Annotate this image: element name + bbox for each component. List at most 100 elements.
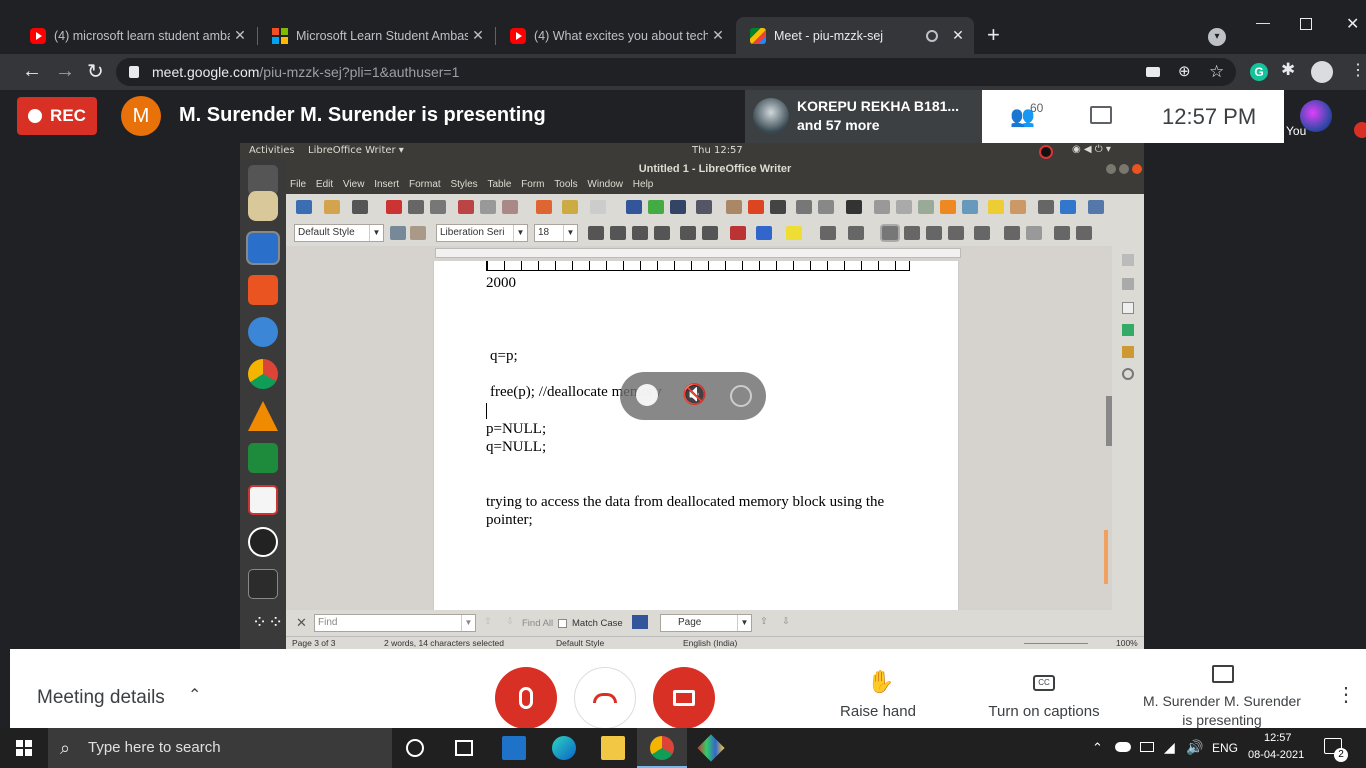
menu-view[interactable]: View <box>343 179 365 190</box>
dock-chrome-icon[interactable] <box>248 359 278 389</box>
zoom-icon[interactable]: ⊕ <box>1178 58 1191 86</box>
menu-table[interactable]: Table <box>487 179 511 190</box>
underline-icon[interactable] <box>632 226 648 240</box>
dock-calc-icon[interactable] <box>248 443 278 473</box>
dock-rhythmbox-icon[interactable] <box>248 191 278 221</box>
chrome-taskbar-button[interactable] <box>637 728 687 768</box>
dock-terminal-icon[interactable] <box>248 569 278 599</box>
store-icon[interactable] <box>502 736 526 760</box>
file-explorer-icon[interactable] <box>601 736 625 760</box>
horizontal-ruler[interactable] <box>435 248 961 258</box>
print-icon[interactable] <box>408 200 424 214</box>
reload-icon[interactable]: ↻ <box>87 59 104 84</box>
sidebar-menu-icon[interactable] <box>1122 254 1134 266</box>
menu-file[interactable]: File <box>290 179 306 190</box>
taskbar-time[interactable]: 12:57 <box>1264 732 1292 744</box>
close-tab-icon[interactable]: ✕ <box>948 27 968 44</box>
presenting-status-line1[interactable]: M. Surender M. Surender <box>1134 693 1310 709</box>
basic-shapes-icon[interactable] <box>1060 200 1076 214</box>
page-count[interactable]: Page 3 of 3 <box>292 638 335 648</box>
maximize-icon[interactable] <box>1300 18 1312 30</box>
menu-insert[interactable]: Insert <box>374 179 399 190</box>
find-target-select[interactable]: Page ▼ <box>660 614 752 632</box>
find-replace-icon[interactable] <box>632 615 648 629</box>
align-right-icon[interactable] <box>926 226 942 240</box>
previous-page-icon[interactable]: ⇧ <box>760 616 768 627</box>
taskbar-date[interactable]: 08-04-2021 <box>1248 749 1304 761</box>
page-style[interactable]: Default Style <box>556 638 604 648</box>
page-break-icon[interactable] <box>796 200 812 214</box>
close-window-icon[interactable] <box>1132 164 1142 174</box>
styles-icon[interactable] <box>1122 324 1134 336</box>
print-preview-icon[interactable] <box>430 200 446 214</box>
undo-icon[interactable] <box>562 200 578 214</box>
line-spacing-icon[interactable] <box>974 226 990 240</box>
track-changes-icon[interactable] <box>1010 200 1026 214</box>
draw-functions-icon[interactable] <box>1088 200 1104 214</box>
clone-format-icon[interactable] <box>536 200 552 214</box>
camera-indicator-icon[interactable] <box>1146 67 1160 77</box>
line-icon[interactable] <box>1038 200 1054 214</box>
activities-label[interactable]: Activities <box>249 145 295 156</box>
align-left-icon[interactable] <box>882 226 898 240</box>
close-tab-icon[interactable]: ✕ <box>468 27 488 44</box>
justify-icon[interactable] <box>948 226 964 240</box>
captions-label[interactable]: Turn on captions <box>984 703 1104 720</box>
speaker-off-icon[interactable]: 🔇 <box>682 384 707 406</box>
profile-avatar[interactable] <box>1311 61 1333 83</box>
navigator-icon[interactable] <box>1122 368 1134 380</box>
decrease-indent-icon[interactable] <box>1076 226 1092 240</box>
insert-chart-icon[interactable] <box>748 200 764 214</box>
git-app-icon[interactable] <box>697 734 725 762</box>
tab-search-icon[interactable]: ▾ <box>1208 28 1226 46</box>
wifi-icon[interactable]: ◢ <box>1164 739 1175 756</box>
subscript-icon[interactable] <box>702 226 718 240</box>
back-icon[interactable]: ← <box>22 60 42 83</box>
match-case-checkbox[interactable] <box>558 619 567 628</box>
mic-off-icon[interactable] <box>636 384 658 406</box>
cross-reference-icon[interactable] <box>962 200 978 214</box>
special-character-icon[interactable] <box>846 200 862 214</box>
remove-icon[interactable] <box>730 385 752 407</box>
dock-writer-icon[interactable] <box>248 233 278 263</box>
more-options-icon[interactable]: ⋮ <box>1336 685 1356 705</box>
taskbar-search-box[interactable]: ⌕ Type here to search <box>48 728 392 768</box>
paste-icon[interactable] <box>502 200 518 214</box>
menu-styles[interactable]: Styles <box>450 179 477 190</box>
browser-tab[interactable]: (4) microsoft learn student amba ✕ <box>16 17 256 54</box>
superscript-icon[interactable] <box>680 226 696 240</box>
system-tray-icons[interactable]: ◉ ◀ ⏻ ▾ <box>1072 144 1111 155</box>
menu-help[interactable]: Help <box>633 179 654 190</box>
decrease-paragraph-spacing-icon[interactable] <box>1026 226 1042 240</box>
find-input[interactable]: Find ▼ <box>314 614 476 632</box>
close-tab-icon[interactable]: ✕ <box>230 27 250 44</box>
find-previous-icon[interactable]: ⇧ <box>484 616 492 627</box>
insert-image-icon[interactable] <box>726 200 742 214</box>
open-icon[interactable] <box>324 200 340 214</box>
mic-toggle-button[interactable] <box>495 667 557 729</box>
bookmark-star-icon[interactable]: ☆ <box>1209 58 1224 86</box>
redo-icon[interactable] <box>590 200 606 214</box>
word-count[interactable]: 2 words, 14 characters selected <box>384 638 504 648</box>
font-name-select[interactable]: Liberation Seri ▼ <box>436 224 528 242</box>
show-apps-icon[interactable]: ⁘⁘ <box>252 613 284 631</box>
dock-impress-icon[interactable] <box>248 485 278 515</box>
highlight-icon[interactable] <box>786 226 802 240</box>
grammarly-icon[interactable]: G <box>1250 63 1268 81</box>
forward-icon[interactable]: → <box>55 60 75 83</box>
leave-call-button[interactable] <box>574 667 636 729</box>
strikethrough-icon[interactable] <box>654 226 670 240</box>
chevron-up-icon[interactable]: ⌃ <box>188 685 201 705</box>
new-tab-icon[interactable]: + <box>987 24 1000 46</box>
task-view-icon[interactable] <box>455 740 473 756</box>
increase-paragraph-spacing-icon[interactable] <box>1004 226 1020 240</box>
export-pdf-icon[interactable] <box>386 200 402 214</box>
language[interactable]: English (India) <box>683 638 737 648</box>
page-icon[interactable] <box>1122 302 1134 314</box>
spelling-icon[interactable] <box>648 200 664 214</box>
dock-software-icon[interactable] <box>248 275 278 305</box>
battery-icon[interactable] <box>1140 742 1154 752</box>
zoom-level[interactable]: 100% <box>1116 638 1138 648</box>
gallery-icon[interactable] <box>1122 346 1134 358</box>
formatting-marks-icon[interactable] <box>670 200 686 214</box>
